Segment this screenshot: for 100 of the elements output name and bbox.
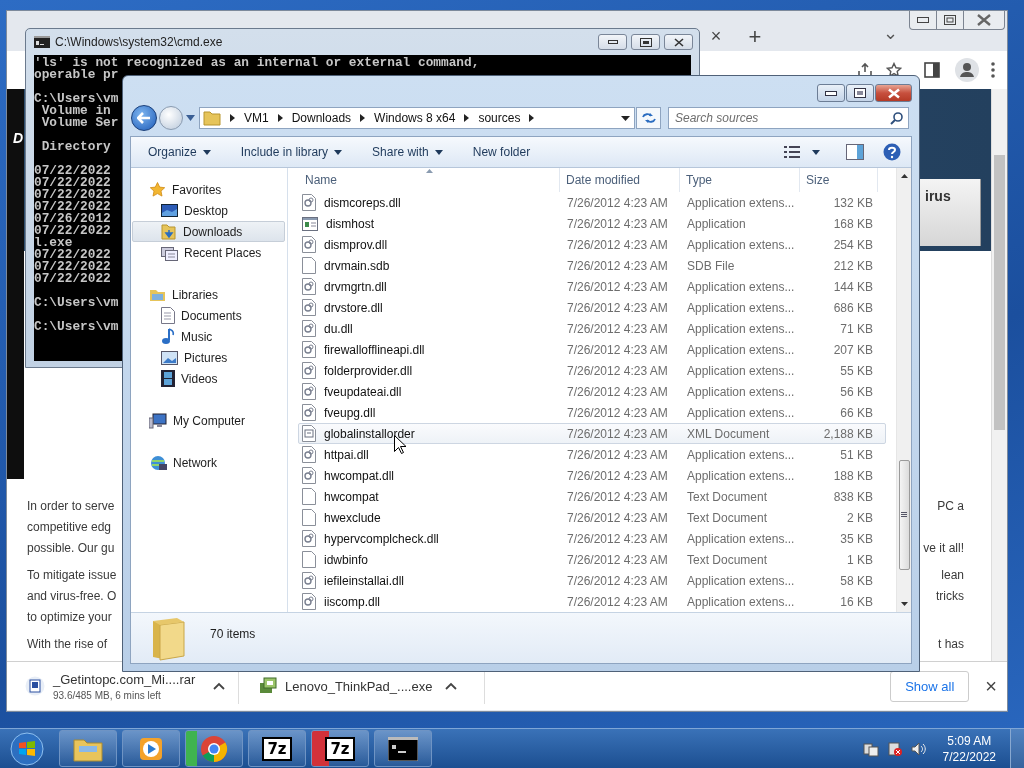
taskbar-app[interactable] <box>374 730 432 767</box>
toolbar-button[interactable]: New folder <box>472 141 531 163</box>
file-row[interactable]: dismprov.dll 7/26/2012 4:23 AM Application extens... 254 KB <box>298 234 886 255</box>
breadcrumb[interactable]: VM1 <box>244 111 269 125</box>
chevron-right-icon[interactable] <box>230 114 235 122</box>
scroll-down-icon[interactable] <box>900 602 908 606</box>
dll-file-icon <box>302 341 316 358</box>
address-bar[interactable]: VM1 Downloads Windows 8 x64 sources <box>199 107 635 129</box>
file-row[interactable]: iefileinstallai.dll 7/26/2012 4:23 AM Application extens... 58 KB <box>298 570 886 591</box>
close-download-bar-button[interactable]: × <box>985 674 997 698</box>
action-center-icon[interactable] <box>862 740 879 757</box>
network-warning-icon[interactable] <box>886 740 903 757</box>
download-name[interactable]: Lenovo_ThinkPad_....exe <box>285 678 435 694</box>
nav-item[interactable]: Desktop <box>132 200 285 221</box>
scrollbar[interactable] <box>991 89 1007 661</box>
search-field[interactable]: Search sources <box>668 107 909 129</box>
download-name[interactable]: _Getintopc.com_Mi....rar <box>53 671 203 687</box>
size-cell-text: 168 KB <box>832 216 874 231</box>
column-header[interactable]: Type <box>680 168 800 192</box>
column-header[interactable]: Date modified <box>560 168 680 192</box>
caret-icon[interactable] <box>621 115 630 121</box>
nav-item[interactable]: Pictures <box>132 347 285 368</box>
column-header[interactable]: Size <box>800 168 878 192</box>
dll-file-icon <box>302 530 316 547</box>
maximize-button[interactable] <box>631 34 660 50</box>
file-row[interactable]: drvstore.dll 7/26/2012 4:23 AM Application extens... 686 KB <box>298 297 886 318</box>
file-row[interactable]: dismhost 7/26/2012 4:23 AM Application 168 KB <box>298 213 886 234</box>
nav-item[interactable]: Downloads <box>132 221 285 242</box>
file-row[interactable]: fveupg.dll 7/26/2012 4:23 AM Application extens... 66 KB <box>298 402 886 423</box>
preview-pane-icon[interactable] <box>846 144 864 160</box>
file-row[interactable]: firewallofflineapi.dll 7/26/2012 4:23 AM Application extens... 207 KB <box>298 339 886 360</box>
toolbar-button[interactable]: Include in library <box>240 141 343 163</box>
maximize-icon <box>639 37 652 47</box>
breadcrumb[interactable]: sources <box>478 111 521 125</box>
toolbar-button[interactable]: Organize <box>148 141 211 163</box>
file-row[interactable]: drvmgrtn.dll 7/26/2012 4:23 AM Application extens... 144 KB <box>298 276 886 297</box>
file-row[interactable]: drvmain.sdb 7/26/2012 4:23 AM SDB File 212 KB <box>298 255 886 276</box>
file-row[interactable]: globalinstallorder 7/26/2012 4:23 AM XML Document 2,188 KB <box>298 423 886 444</box>
maximize-button[interactable] <box>846 84 874 102</box>
refresh-button[interactable] <box>636 107 661 129</box>
back-button[interactable] <box>131 105 157 131</box>
close-button[interactable] <box>664 34 693 50</box>
nav-item[interactable]: Favorites <box>132 179 285 200</box>
paragraph-text: possible. Our gu <box>27 540 115 557</box>
file-row[interactable]: httpai.dll 7/26/2012 4:23 AM Application extens... 51 KB <box>298 444 886 465</box>
volume-icon[interactable] <box>910 740 927 757</box>
new-tab-button[interactable]: + <box>743 24 767 48</box>
caret-icon[interactable] <box>812 149 820 155</box>
paragraph-text: ve it all! <box>923 540 964 557</box>
nav-item[interactable]: Documents <box>132 305 285 326</box>
dll-file-icon <box>302 383 316 400</box>
close-button[interactable] <box>875 84 912 102</box>
nav-item[interactable]: Music <box>132 326 285 347</box>
clock[interactable]: 5:09 AM 7/22/2022 <box>942 732 996 765</box>
nav-item[interactable]: My Computer <box>132 410 285 431</box>
chevron-right-icon[interactable] <box>529 114 535 122</box>
file-row[interactable]: folderprovider.dll 7/26/2012 4:23 AM Application extens... 55 KB <box>298 360 886 381</box>
file-row[interactable]: hypervcomplcheck.dll 7/26/2012 4:23 AM Application extens... 35 KB <box>298 528 886 549</box>
profile-icon[interactable] <box>955 58 979 82</box>
nav-tab[interactable]: irus <box>918 179 981 246</box>
sidebar-icon[interactable] <box>924 62 940 78</box>
file-name: firewallofflineapi.dll <box>324 342 425 357</box>
nav-item[interactable]: Network <box>132 452 285 473</box>
tab-search-button[interactable]: ⌄ <box>878 21 902 45</box>
toolbar-button[interactable]: Share with <box>372 141 443 163</box>
file-row[interactable]: hwcompat.dll 7/26/2012 4:23 AM Application extens... 188 KB <box>298 465 886 486</box>
minimize-button[interactable] <box>598 34 627 50</box>
file-row[interactable]: dismcoreps.dll 7/26/2012 4:23 AM Application extens... 132 KB <box>298 192 886 213</box>
console-line: 07/22/2022 <box>34 201 111 213</box>
breadcrumb[interactable]: Windows 8 x64 <box>374 111 456 125</box>
type-cell-text: XML Document <box>686 426 771 441</box>
taskbar-app[interactable] <box>122 730 180 767</box>
tab-close-button[interactable]: × <box>704 24 728 48</box>
file-row[interactable]: idwbinfo 7/26/2012 4:23 AM Text Document 1 KB <box>298 549 886 570</box>
file-name: fveupdateai.dll <box>324 384 402 399</box>
scrollbar[interactable] <box>896 168 911 612</box>
nav-item[interactable]: Videos <box>132 368 285 389</box>
file-row[interactable]: du.dll 7/26/2012 4:23 AM Application extens... 71 KB <box>298 318 886 339</box>
help-icon[interactable] <box>883 143 901 161</box>
chevron-right-icon[interactable] <box>360 114 366 122</box>
date-cell-text: 7/26/2012 4:23 AM <box>566 300 669 315</box>
taskbar-app[interactable]: 7z <box>248 730 306 767</box>
menu-icon[interactable] <box>991 62 995 78</box>
taskbar-app[interactable] <box>185 730 243 767</box>
taskbar-app[interactable]: 7z <box>311 730 369 767</box>
file-row[interactable]: hwexclude 7/26/2012 4:23 AM Text Document 2 KB <box>298 507 886 528</box>
file-row[interactable]: iiscomp.dll 7/26/2012 4:23 AM Application extens... 16 KB <box>298 591 886 612</box>
file-row[interactable]: hwcompat 7/26/2012 4:23 AM Text Document 838 KB <box>298 486 886 507</box>
minimize-button[interactable] <box>817 84 845 102</box>
nav-item[interactable]: Libraries <box>132 284 285 305</box>
nav-item[interactable]: Recent Places <box>132 242 285 263</box>
breadcrumb[interactable]: Downloads <box>291 111 352 125</box>
star-icon[interactable] <box>886 62 902 78</box>
minimize-icon <box>607 40 618 44</box>
scroll-up-icon[interactable] <box>900 174 908 178</box>
file-row[interactable]: fveupdateai.dll 7/26/2012 4:23 AM Application extens... 56 KB <box>298 381 886 402</box>
chevron-right-icon[interactable] <box>464 114 470 122</box>
view-list-icon[interactable] <box>784 145 800 159</box>
chevron-right-icon[interactable] <box>277 114 283 122</box>
console-line: operable pr <box>34 69 119 81</box>
